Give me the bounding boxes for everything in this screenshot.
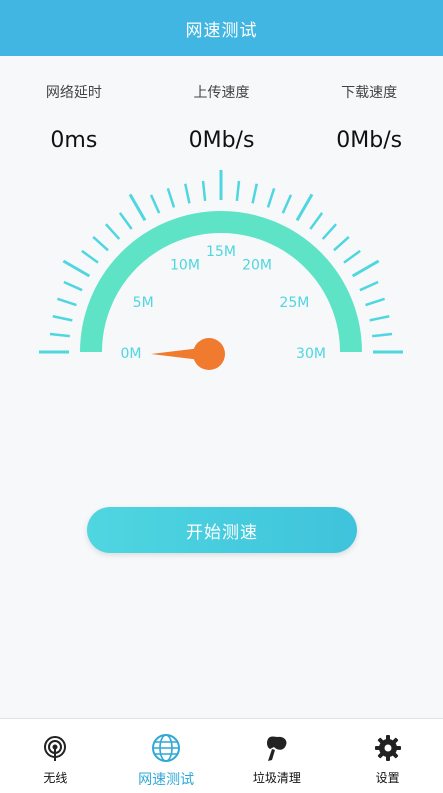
stats-row: 网络延时 0ms 上传速度 0Mb/s 下载速度 0Mb/s [0, 82, 443, 153]
stat-label: 上传速度 [193, 85, 250, 101]
gauge-tick [184, 183, 191, 204]
gauge-tick [201, 180, 207, 201]
gauge-tick [369, 315, 390, 322]
gauge-tick [104, 223, 121, 240]
gauge-arc [80, 211, 362, 353]
nav-label: 设置 [375, 771, 400, 785]
stat-download: 下载速度 0Mb/s [295, 82, 443, 153]
gauge-tick [149, 194, 161, 214]
gauge-tick [52, 315, 73, 322]
gauge-tick [295, 193, 314, 222]
page-title: 网速测试 [185, 20, 258, 41]
gauge-tick [57, 297, 77, 307]
gauge-tick [266, 188, 276, 208]
gauge-scale-label: 25M [279, 295, 309, 311]
gauge-scale-label: 30M [296, 346, 326, 362]
gauge-scale-label: 10M [170, 258, 200, 274]
gauge-tick [321, 223, 338, 240]
globe-icon [151, 733, 181, 763]
gauge-tick [166, 188, 176, 208]
stat-value: 0ms [50, 128, 98, 153]
speed-gauge: 0M 5M 10M 15M 20M 25M 30M [39, 170, 403, 370]
nav-label: 垃圾清理 [252, 771, 301, 785]
gauge-tick [372, 332, 393, 338]
broom-icon [262, 733, 292, 763]
gauge-scale-label: 0M [121, 346, 142, 362]
gauge-tick [63, 280, 83, 292]
gauge-tick [281, 194, 293, 214]
stat-value: 0Mb/s [188, 128, 255, 153]
nav-label: 网速测试 [138, 772, 195, 788]
gauge-tick [365, 297, 385, 307]
gauge-tick [359, 280, 379, 292]
gauge-tick [343, 249, 361, 264]
gauge-tick [92, 235, 109, 252]
needle-hub [193, 338, 225, 370]
gauge-tick [62, 259, 91, 278]
bottom-nav: 无线 网速测试 垃圾清理 设置 [0, 718, 443, 793]
gauge-scale-label: 15M [206, 244, 236, 260]
stat-value: 0Mb/s [336, 128, 403, 153]
gauge-tick [235, 180, 241, 201]
stat-label: 网络延时 [45, 85, 102, 101]
gauge-labels: 0M 5M 10M 15M 20M 25M 30M [121, 244, 326, 362]
gauge-tick [81, 249, 99, 264]
gauge-tick [49, 332, 70, 338]
stat-label: 下载速度 [341, 85, 398, 101]
nav-item-wireless[interactable]: 无线 [0, 719, 111, 793]
gear-icon [373, 733, 403, 763]
wifi-icon [40, 733, 70, 763]
gauge-tick [309, 212, 324, 230]
gauge-tick [351, 259, 380, 278]
nav-item-cleanup[interactable]: 垃圾清理 [222, 719, 333, 793]
gauge-needle [151, 338, 225, 370]
gauge-tick [251, 183, 258, 204]
nav-item-speed-test[interactable]: 网速测试 [111, 719, 222, 793]
stat-upload: 上传速度 0Mb/s [148, 82, 296, 153]
gauge-scale-label: 5M [133, 295, 154, 311]
gauge-tick [128, 193, 147, 222]
gauge-tick [333, 235, 350, 252]
gauge-scale-label: 20M [242, 258, 272, 274]
start-test-button[interactable]: 开始测速 [87, 507, 357, 553]
app-bar: 网速测试 [0, 0, 443, 56]
gauge-tick [118, 212, 133, 230]
stat-latency: 网络延时 0ms [0, 82, 148, 153]
nav-label: 无线 [43, 771, 68, 785]
nav-item-settings[interactable]: 设置 [332, 719, 443, 793]
